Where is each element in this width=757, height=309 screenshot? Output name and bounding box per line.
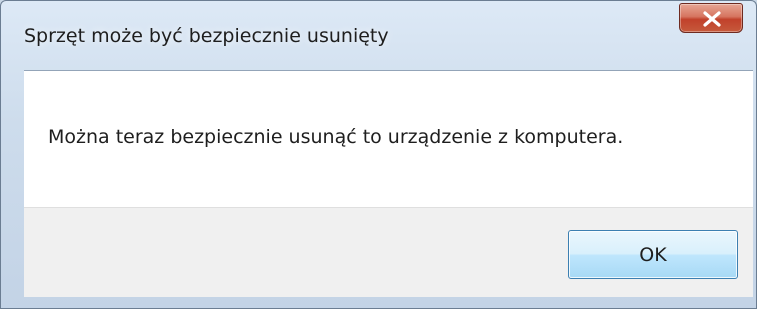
dialog-content: Można teraz bezpiecznie usunąć to urządz…: [24, 70, 753, 297]
close-button[interactable]: [679, 3, 743, 33]
dialog-window: Sprzęt może być bezpiecznie usunięty Moż…: [0, 0, 757, 309]
ok-button[interactable]: OK: [568, 230, 738, 279]
dialog-footer: OK: [24, 207, 753, 297]
title-bar[interactable]: Sprzęt może być bezpiecznie usunięty: [1, 1, 756, 69]
dialog-message: Można teraz bezpiecznie usunąć to urządz…: [48, 126, 624, 148]
close-icon: [703, 11, 721, 27]
window-bottom-frame: [1, 295, 756, 308]
window-title: Sprzęt może być bezpiecznie usunięty: [24, 25, 389, 47]
